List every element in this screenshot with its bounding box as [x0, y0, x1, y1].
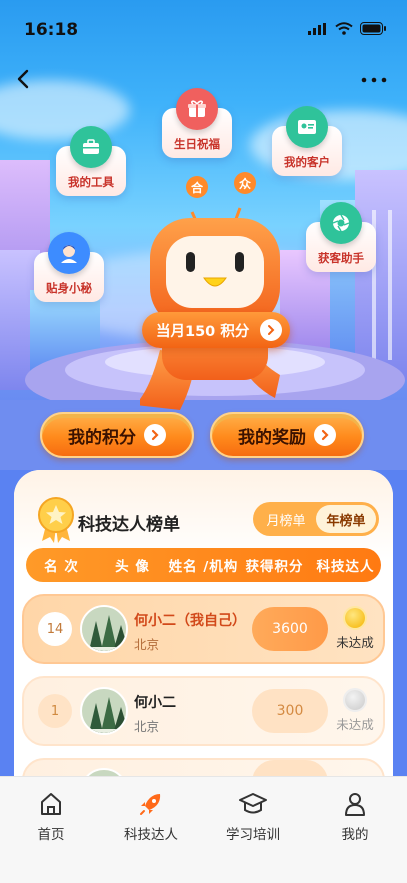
birthday-wishes-label: 生日祝福: [174, 137, 220, 151]
status-text: 未达成: [336, 634, 374, 650]
tab-label: 我的: [341, 827, 369, 843]
personal-secretary-label: 贴身小秘: [46, 281, 92, 295]
rank-number: 1: [38, 694, 72, 728]
toolbox-icon: [70, 126, 112, 168]
customer-assistant-shortcut[interactable]: 获客助手: [306, 202, 376, 272]
grey-star-badge-icon: [345, 689, 365, 710]
my-points-label: 我的积分: [68, 427, 136, 448]
camera-aperture-icon: [320, 202, 362, 244]
leaderboard-title: 科技达人榜单: [78, 515, 180, 535]
wifi-icon: [335, 22, 353, 35]
monthly-points-label: 当月150 积分: [156, 323, 250, 340]
medal-icon: [38, 497, 74, 543]
leaderboard-header: 名 次 头 像 姓名 /机构 获得积分 科技达人: [26, 548, 381, 582]
achievement-status: 未达成: [330, 599, 380, 659]
antenna-ball-right: 众: [234, 172, 256, 194]
my-points-button[interactable]: 我的积分: [40, 412, 194, 458]
home-icon: [41, 793, 61, 815]
tab-tech-talent[interactable]: 科技达人: [101, 791, 201, 843]
tab-profile[interactable]: 我的: [305, 791, 405, 843]
my-clients-label: 我的客户: [284, 155, 330, 169]
nav-bar: [0, 60, 407, 100]
app-screen: 16:18 生日祝福 我的工具 我的客户 获客助手 贴身小秘 合 众 当月150…: [0, 0, 407, 883]
person-org: 北京: [134, 719, 160, 734]
graduation-cap-icon: [239, 793, 267, 814]
tab-monthly[interactable]: 月榜单: [256, 505, 316, 533]
my-rewards-button[interactable]: 我的奖励: [210, 412, 364, 458]
avatar: [80, 605, 128, 653]
mascot-robot-illustration: [140, 207, 280, 410]
column-header: 头 像: [115, 559, 150, 575]
antenna-ball-left: 合: [186, 176, 208, 198]
more-options-icon[interactable]: [359, 70, 389, 90]
tab-label: 首页: [37, 827, 65, 843]
tab-label: 科技达人: [124, 827, 178, 843]
monthly-points-pill[interactable]: 当月150 积分: [142, 312, 290, 348]
column-header: 科技达人: [316, 559, 375, 575]
tab-learning[interactable]: 学习培训: [203, 791, 303, 843]
user-icon: [345, 793, 365, 816]
chevron-right-icon: [260, 319, 282, 341]
bottom-tab-bar: 首页 科技达人 学习培训 我的: [0, 776, 407, 883]
secretary-avatar-icon: [48, 232, 90, 274]
person-name: 何小二（我自己）: [134, 613, 246, 629]
points-value: 3600: [252, 607, 328, 651]
my-tools-label: 我的工具: [68, 175, 114, 189]
signal-icon: [308, 22, 326, 35]
battery-icon: [360, 22, 386, 35]
gold-star-badge-icon: [345, 607, 365, 628]
customer-assistant-label: 获客助手: [318, 251, 364, 265]
rank-number: 14: [38, 612, 72, 646]
leaderboard-card: 科技达人榜单 月榜单 年榜单 名 次 头 像 姓名 /机构 获得积分 科技达人 …: [14, 470, 393, 800]
leaderboard-row-self[interactable]: 14 何小二（我自己） 北京 3600 未达成: [22, 594, 385, 664]
chevron-right-icon: [144, 424, 166, 446]
status-time: 16:18: [24, 20, 79, 40]
back-arrow-icon[interactable]: [12, 66, 38, 92]
column-header: 姓名 /机构: [168, 559, 239, 575]
person-name: 何小二: [134, 695, 176, 711]
my-clients-shortcut[interactable]: 我的客户: [272, 106, 342, 176]
status-bar: 16:18: [0, 0, 407, 56]
period-segmented-control: 月榜单 年榜单: [253, 502, 379, 536]
my-tools-shortcut[interactable]: 我的工具: [56, 126, 126, 196]
tab-home[interactable]: 首页: [1, 791, 101, 843]
birthday-wishes-shortcut[interactable]: 生日祝福: [162, 88, 232, 158]
status-text: 未达成: [336, 716, 374, 732]
personal-secretary-shortcut[interactable]: 贴身小秘: [34, 232, 104, 302]
id-card-icon: [286, 106, 328, 148]
chevron-right-icon: [314, 424, 336, 446]
rocket-icon: [140, 794, 161, 815]
person-org: 北京: [134, 637, 160, 652]
avatar: [80, 687, 128, 735]
tab-label: 学习培训: [226, 827, 280, 843]
column-header: 名 次: [44, 559, 79, 575]
tab-yearly[interactable]: 年榜单: [316, 505, 376, 533]
leaderboard-row[interactable]: 1 何小二 北京 300 未达成: [22, 676, 385, 746]
my-rewards-label: 我的奖励: [238, 427, 306, 448]
achievement-status: 未达成: [330, 681, 380, 741]
points-value: 300: [252, 689, 328, 733]
column-header: 获得积分: [245, 559, 304, 575]
